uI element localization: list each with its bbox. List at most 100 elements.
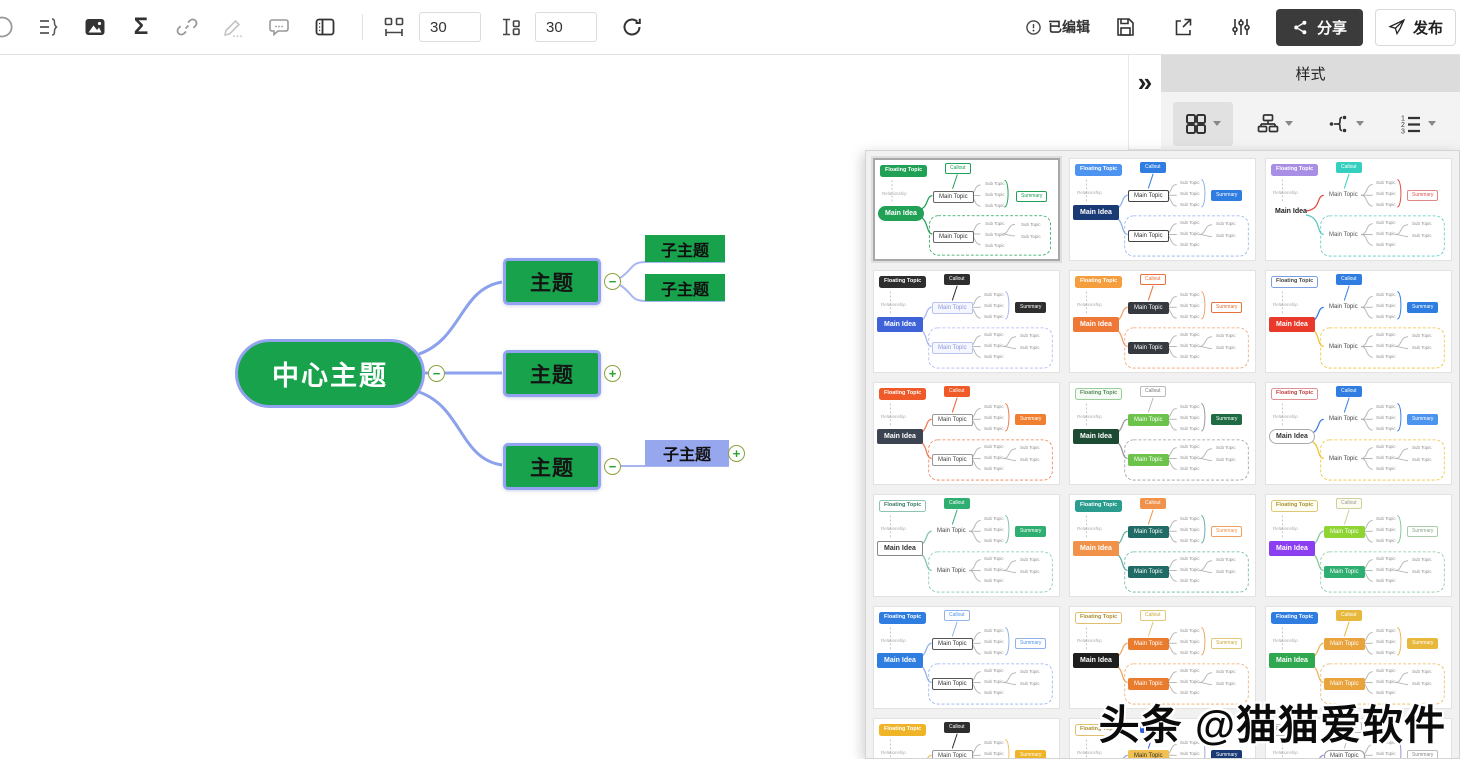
- sub-topic-label: Sub Topic: [1180, 466, 1200, 471]
- vertical-spacing-input[interactable]: [535, 12, 597, 42]
- publish-button[interactable]: 发布: [1374, 8, 1456, 46]
- template-card-8[interactable]: Floating Topic Relationship Main Idea Ca…: [1069, 382, 1256, 485]
- sub-topic-label: Sub Topic: [1376, 556, 1396, 561]
- expand-badge-topic2[interactable]: +: [604, 365, 621, 382]
- template-card-11[interactable]: Floating Topic Relationship Main Idea Ca…: [1069, 494, 1256, 597]
- template-card-1[interactable]: Floating Topic Relationship Main Idea Ca…: [873, 158, 1060, 261]
- refresh-icon[interactable]: [609, 6, 655, 48]
- branch-style-dropdown[interactable]: [1316, 102, 1376, 146]
- subtopic-node-3-selected[interactable]: 子主题: [645, 440, 729, 466]
- theme-gallery-dropdown[interactable]: [1172, 101, 1233, 146]
- save-icon[interactable]: [1102, 6, 1148, 48]
- sub-topic-label: Sub Topic: [1412, 345, 1432, 350]
- template-card-5[interactable]: Floating Topic Relationship Main Idea Ca…: [1069, 270, 1256, 373]
- share-button[interactable]: 分享: [1275, 8, 1363, 46]
- sub-topic-label: Sub Topic: [984, 444, 1004, 449]
- topic-node-1[interactable]: 主题: [503, 258, 601, 305]
- sub-topic-label: Sub Topic: [984, 690, 1004, 695]
- settings-sliders-icon[interactable]: [1218, 6, 1264, 48]
- floating-topic-node: Floating Topic: [1271, 500, 1319, 512]
- pencil-draw-icon[interactable]: [210, 6, 256, 48]
- collapse-badge-central[interactable]: −: [428, 365, 445, 382]
- horizontal-spacing-input[interactable]: [419, 12, 481, 42]
- sub-topic-label: Sub Topic: [1180, 639, 1200, 644]
- sum-formula-icon[interactable]: Σ: [118, 6, 164, 48]
- callout-node: Callout: [1336, 498, 1362, 509]
- template-card-9[interactable]: Floating Topic Relationship Main Idea Ca…: [1265, 382, 1452, 485]
- template-card-10[interactable]: Floating Topic Relationship Main Idea Ca…: [873, 494, 1060, 597]
- vertical-spacing-icon: [493, 6, 527, 48]
- central-topic-node[interactable]: 中心主题: [235, 339, 425, 408]
- sub-topic-label: Sub Topic: [1376, 567, 1396, 572]
- image-icon[interactable]: [72, 6, 118, 48]
- template-card-12[interactable]: Floating Topic Relationship Main Idea Ca…: [1265, 494, 1452, 597]
- template-card-4[interactable]: Floating Topic Relationship Main Idea Ca…: [873, 270, 1060, 373]
- content-area: 中心主题 主题 主题 主题 子主题 子主题 子主题 − − + − + » ▲ …: [0, 55, 1460, 759]
- layout-structure-dropdown[interactable]: [1245, 102, 1305, 146]
- template-card-2[interactable]: Floating Topic Relationship Main Idea Ca…: [1069, 158, 1256, 261]
- summary-node: Summary: [1015, 414, 1047, 425]
- sub-topic-label: Sub Topic: [984, 538, 1004, 543]
- sub-topic-label: Sub Topic: [984, 343, 1004, 348]
- main-idea-node: Main Idea: [1073, 653, 1119, 668]
- callout-node: Callout: [1140, 274, 1166, 285]
- sub-topic-label: Sub Topic: [1376, 639, 1396, 644]
- main-idea-node: Main Idea: [877, 653, 923, 668]
- summary-node: Summary: [1211, 302, 1243, 313]
- summary-node: Summary: [1407, 526, 1439, 537]
- template-card-13[interactable]: Floating Topic Relationship Main Idea Ca…: [873, 606, 1060, 709]
- floating-topic-node: Floating Topic: [1075, 276, 1123, 288]
- relationship-label: Relationship: [1273, 526, 1298, 531]
- layout-icon[interactable]: [302, 6, 348, 48]
- sub-topic-label: Sub Topic: [1020, 457, 1040, 462]
- numbering-dropdown[interactable]: 123: [1388, 102, 1448, 146]
- main-topic-node: Main Topic: [937, 568, 966, 574]
- sub-topic-label: Sub Topic: [1376, 444, 1396, 449]
- sub-topic-label: Sub Topic: [1180, 668, 1200, 673]
- callout-node: Callout: [945, 163, 971, 174]
- subtopic-node-2[interactable]: 子主题: [645, 274, 725, 301]
- chevron-down-icon: [1284, 121, 1293, 126]
- sub-topic-label: Sub Topic: [984, 679, 1004, 684]
- template-card-7[interactable]: Floating Topic Relationship Main Idea Ca…: [873, 382, 1060, 485]
- sub-topic-label: Sub Topic: [1180, 191, 1200, 196]
- main-topic-node: Main Topic: [1128, 342, 1169, 354]
- sub-topic-label: Sub Topic: [1376, 180, 1396, 185]
- sub-topic-label: Sub Topic: [1180, 202, 1200, 207]
- main-topic-node: Main Topic: [1128, 526, 1169, 538]
- sub-topic-label: Sub Topic: [1376, 354, 1396, 359]
- summary-node: Summary: [1407, 302, 1439, 313]
- callout-node: Callout: [1140, 498, 1166, 509]
- main-topic-node: Main Topic: [1324, 678, 1365, 690]
- sub-topic-label: Sub Topic: [1180, 343, 1200, 348]
- sub-topic-label: Sub Topic: [1412, 233, 1432, 238]
- comment-icon[interactable]: [256, 6, 302, 48]
- expand-badge-subtopic3[interactable]: +: [728, 445, 745, 462]
- sub-topic-label: Sub Topic: [984, 527, 1004, 532]
- collapse-badge-topic3[interactable]: −: [604, 458, 621, 475]
- outline-list-icon[interactable]: [26, 6, 72, 48]
- sub-topic-label: Sub Topic: [1020, 333, 1040, 338]
- template-card-16[interactable]: Floating Topic Relationship Main Idea Ca…: [873, 718, 1060, 758]
- topic-node-3[interactable]: 主题: [503, 443, 601, 490]
- collapse-panel-button[interactable]: »: [1129, 55, 1161, 149]
- export-icon[interactable]: [1160, 6, 1206, 48]
- sub-topic-label: Sub Topic: [1412, 681, 1432, 686]
- sub-topic-label: Sub Topic: [1412, 333, 1432, 338]
- callout-node: Callout: [1140, 162, 1166, 173]
- summary-node: Summary: [1015, 750, 1047, 758]
- template-card-6[interactable]: Floating Topic Relationship Main Idea Ca…: [1265, 270, 1452, 373]
- subtopic-node-1[interactable]: 子主题: [645, 235, 725, 262]
- link-icon[interactable]: [164, 6, 210, 48]
- sub-topic-label: Sub Topic: [1376, 231, 1396, 236]
- main-topic-node: Main Topic: [932, 678, 973, 690]
- template-card-3[interactable]: Floating Topic Relationship Main Idea Ca…: [1265, 158, 1452, 261]
- collapse-badge-topic1[interactable]: −: [604, 273, 621, 290]
- info-circle-icon: [1026, 19, 1041, 35]
- shape-arc-icon[interactable]: [0, 6, 20, 48]
- sub-topic-label: Sub Topic: [1020, 345, 1040, 350]
- main-topic-node: Main Topic: [1128, 190, 1169, 202]
- sub-topic-label: Sub Topic: [1180, 578, 1200, 583]
- callout-node: Callout: [1140, 386, 1166, 397]
- topic-node-2[interactable]: 主题: [503, 350, 601, 397]
